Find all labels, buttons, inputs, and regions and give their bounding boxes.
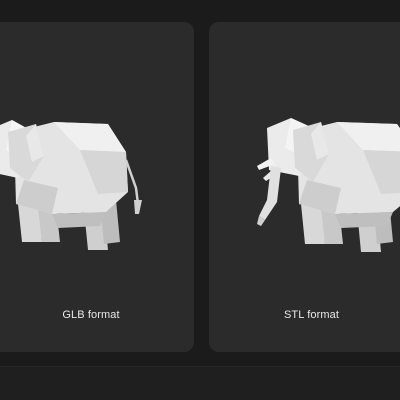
glb-format-card[interactable]: GLB format <box>0 22 194 352</box>
card-label-stl: STL format <box>284 309 339 321</box>
card-label-glb: GLB format <box>62 309 120 321</box>
format-gallery: GLB format STL format <box>0 0 400 400</box>
bottom-strip <box>0 366 400 400</box>
elephant-glb-preview-icon <box>0 120 142 250</box>
elephant-stl-preview-icon <box>257 118 400 252</box>
stl-format-card[interactable]: STL format <box>209 22 400 352</box>
